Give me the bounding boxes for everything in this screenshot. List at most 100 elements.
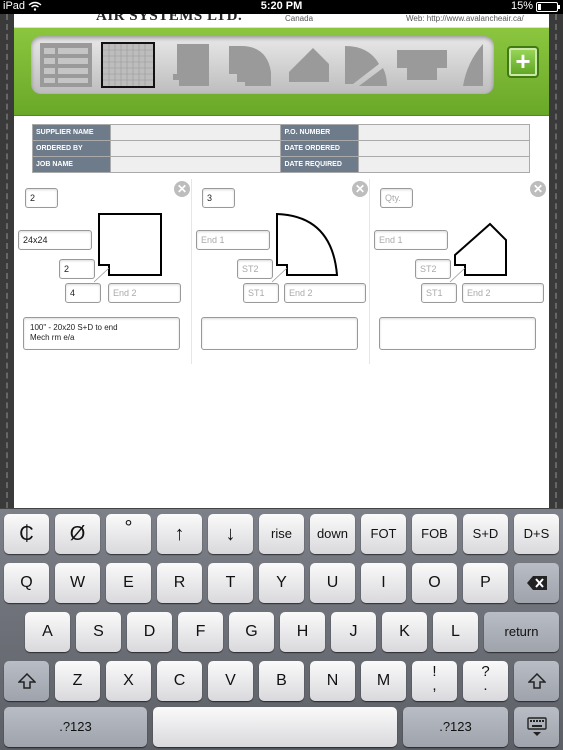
key-b[interactable]: B: [259, 661, 304, 701]
job-name-label: JOB NAME: [32, 156, 111, 173]
end2-field[interactable]: End 2: [462, 283, 544, 303]
numbers-key-left[interactable]: .?123: [4, 707, 147, 747]
key-v[interactable]: V: [208, 661, 253, 701]
date-ordered-field[interactable]: [358, 140, 530, 157]
key-o[interactable]: O: [412, 563, 457, 603]
qty-field[interactable]: 2: [25, 188, 58, 208]
fitting-cards: ✕ 2 24x24 2 4 End 2 100" - 20x20 S+D to …: [14, 179, 549, 364]
table-row: JOB NAME DATE REQUIRED: [32, 156, 530, 173]
key-question-period[interactable]: ? .: [463, 661, 508, 701]
split-elbow-duct-icon[interactable]: [339, 42, 393, 88]
end1-field[interactable]: 24x24: [18, 230, 92, 250]
fitting-selector[interactable]: [31, 36, 494, 94]
ordered-by-field[interactable]: [109, 140, 282, 157]
key-down[interactable]: down: [310, 514, 355, 554]
company-country: Canada: [285, 14, 314, 23]
notes-field[interactable]: [379, 317, 536, 350]
end1-field[interactable]: End 1: [374, 230, 448, 250]
job-name-field[interactable]: [109, 156, 282, 173]
space-bar[interactable]: [153, 707, 397, 747]
left-stitching: [6, 14, 8, 508]
key-m[interactable]: M: [361, 661, 406, 701]
st1-field[interactable]: ST1: [243, 283, 279, 303]
status-bar: iPad 5:20 PM 15%: [0, 0, 563, 14]
end2-field[interactable]: End 2: [284, 283, 366, 303]
key-e[interactable]: E: [106, 563, 151, 603]
key-d-plus-s[interactable]: D+S: [514, 514, 559, 554]
ordered-by-label: ORDERED BY: [32, 140, 111, 157]
key-z[interactable]: Z: [55, 661, 100, 701]
key-q[interactable]: Q: [4, 563, 49, 603]
key-exclamation-comma[interactable]: ! ,: [412, 661, 457, 701]
shift-left-key[interactable]: [4, 661, 49, 701]
st2-field[interactable]: ST2: [237, 259, 273, 279]
key-fob[interactable]: FOB: [412, 514, 457, 554]
key-degree[interactable]: °: [106, 514, 151, 554]
key-h[interactable]: H: [280, 612, 325, 652]
remove-fitting-button[interactable]: ✕: [352, 181, 368, 197]
add-fitting-button[interactable]: +: [507, 46, 539, 78]
key-rise[interactable]: rise: [259, 514, 304, 554]
key-w[interactable]: W: [55, 563, 100, 603]
fitting-card-elbow: ✕ 3 End 1 ST2 ST1 End 2: [192, 179, 370, 364]
key-t[interactable]: T: [208, 563, 253, 603]
qty-field[interactable]: 3: [202, 188, 235, 208]
key-up-arrow[interactable]: ↑: [157, 514, 202, 554]
key-l[interactable]: L: [433, 612, 478, 652]
fitting-card-offset: ✕ 2 24x24 2 4 End 2 100" - 20x20 S+D to …: [14, 179, 192, 364]
remove-fitting-button[interactable]: ✕: [530, 181, 546, 197]
key-s-plus-d[interactable]: S+D: [463, 514, 508, 554]
key-g[interactable]: G: [229, 612, 274, 652]
date-required-field[interactable]: [358, 156, 530, 173]
key-p[interactable]: P: [463, 563, 508, 603]
return-key[interactable]: return: [484, 612, 559, 652]
st1-field[interactable]: ST1: [421, 283, 457, 303]
grid-layout-icon[interactable]: [101, 42, 155, 88]
battery-icon: [536, 2, 560, 12]
offset-fitting-diagram: [93, 213, 162, 283]
key-k[interactable]: K: [382, 612, 427, 652]
elbow-fitting-diagram: [271, 212, 339, 283]
curved-duct-icon[interactable]: [457, 42, 494, 88]
transition-duct-icon[interactable]: [283, 42, 337, 88]
key-down-arrow[interactable]: ↓: [208, 514, 253, 554]
numbers-key-right[interactable]: .?123: [403, 707, 508, 747]
key-n[interactable]: N: [310, 661, 355, 701]
battery-percentage: 15%: [510, 0, 533, 12]
key-c[interactable]: C: [157, 661, 202, 701]
end2-field[interactable]: End 2: [108, 283, 181, 303]
notes-line: Mech rm e/a: [30, 333, 75, 342]
st1-field[interactable]: 4: [65, 283, 101, 303]
shift-right-key[interactable]: [514, 661, 559, 701]
notes-field[interactable]: 100" - 20x20 S+D to end Mech rm e/a: [23, 317, 180, 350]
key-s[interactable]: S: [76, 612, 121, 652]
end1-field[interactable]: End 1: [196, 230, 270, 250]
key-u[interactable]: U: [310, 563, 355, 603]
fitting-card-transition: ✕ Qty. End 1 ST2 ST1 End 2: [370, 179, 548, 364]
backspace-key[interactable]: [514, 563, 559, 603]
key-diameter[interactable]: Ø: [55, 514, 100, 554]
qty-field[interactable]: Qty.: [380, 188, 413, 208]
supplier-name-field[interactable]: [109, 124, 282, 141]
key-y[interactable]: Y: [259, 563, 304, 603]
key-j[interactable]: J: [331, 612, 376, 652]
transition-fitting-diagram: [449, 222, 507, 283]
st2-field[interactable]: ST2: [415, 259, 451, 279]
offset-duct-icon[interactable]: [165, 42, 219, 88]
elbow-duct-icon[interactable]: [223, 42, 277, 88]
key-f[interactable]: F: [178, 612, 223, 652]
key-cent[interactable]: ₵: [4, 514, 49, 554]
key-x[interactable]: X: [106, 661, 151, 701]
remove-fitting-button[interactable]: ✕: [174, 181, 190, 197]
reducer-duct-icon[interactable]: [395, 42, 449, 88]
list-layout-icon[interactable]: [39, 42, 93, 88]
key-d[interactable]: D: [127, 612, 172, 652]
st2-field[interactable]: 2: [59, 259, 95, 279]
key-r[interactable]: R: [157, 563, 202, 603]
po-number-field[interactable]: [358, 124, 530, 141]
key-i[interactable]: I: [361, 563, 406, 603]
hide-keyboard-key[interactable]: [514, 707, 559, 747]
notes-field[interactable]: [201, 317, 358, 350]
key-a[interactable]: A: [25, 612, 70, 652]
key-fot[interactable]: FOT: [361, 514, 406, 554]
